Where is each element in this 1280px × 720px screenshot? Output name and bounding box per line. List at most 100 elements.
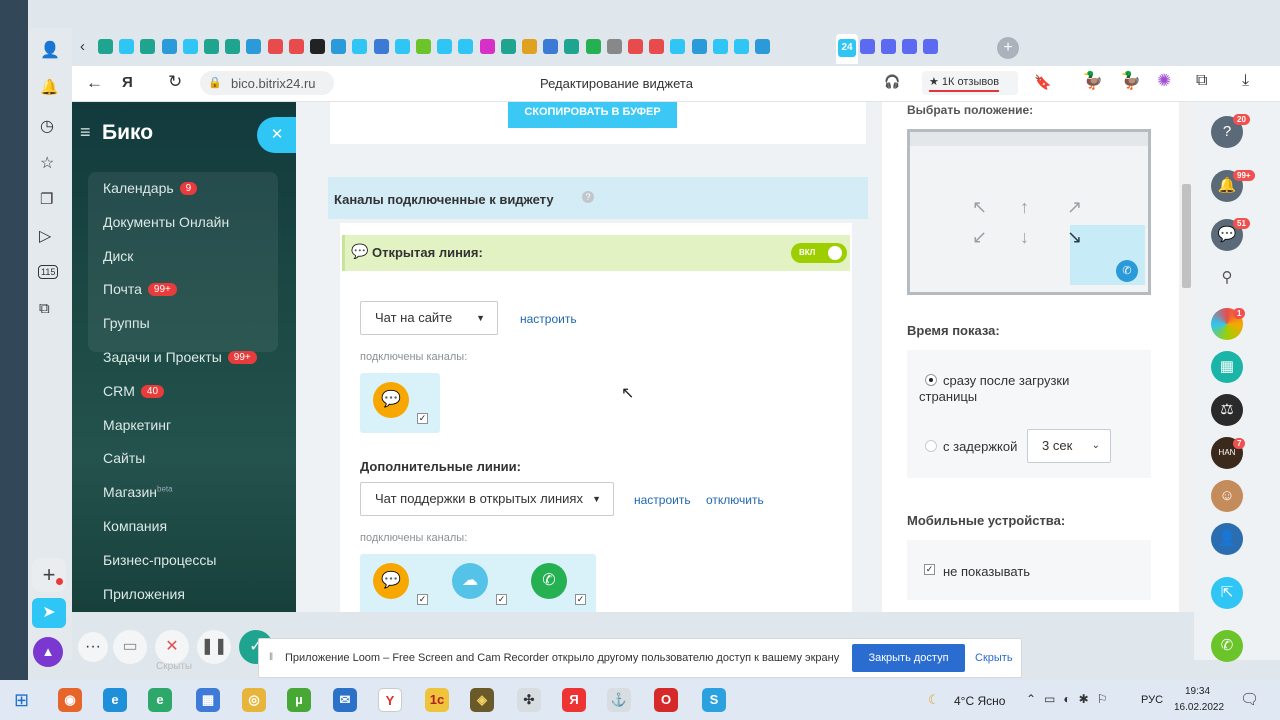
sidebar-item[interactable]: Приложения	[103, 586, 185, 602]
tab-favicon-icon[interactable]	[352, 39, 368, 54]
hamburger-icon[interactable]: ≡	[80, 122, 91, 143]
yandex-icon[interactable]: Я	[122, 74, 133, 91]
sidebar-item[interactable]: Компания	[103, 518, 167, 534]
mobile-hide-checkbox[interactable]: ✓	[924, 564, 935, 575]
position-picker[interactable]: ↖ ↑ ↗ ↙ ↓ ↘ ✆	[907, 129, 1151, 295]
tab-favicon-icon[interactable]	[712, 39, 728, 54]
new-tab-button[interactable]: +	[997, 37, 1019, 59]
network-tool-icon[interactable]: ✣	[517, 688, 541, 712]
yandex-browser-icon[interactable]: Y	[378, 688, 402, 712]
calendar-rail-button[interactable]: ▦	[1211, 351, 1243, 383]
tab-favicon-icon[interactable]	[98, 39, 113, 54]
stop-sharing-button[interactable]: Закрыть доступ	[852, 644, 965, 672]
tab-favicon-icon[interactable]	[522, 39, 537, 54]
clock-time[interactable]: 19:34	[1185, 686, 1210, 697]
tab-favicon-icon[interactable]	[394, 39, 410, 54]
sidebar-item[interactable]: Сайты	[103, 450, 145, 466]
sidebar-item[interactable]: Магазинbeta	[103, 484, 173, 500]
opera-icon[interactable]: O	[654, 688, 678, 712]
close-sidebar-button[interactable]: ✕	[257, 117, 297, 153]
active-tab[interactable]: 24	[836, 34, 858, 64]
sidebar-item[interactable]: Бизнес-процессы	[103, 552, 216, 568]
channel-checkbox[interactable]: ✓	[496, 594, 507, 605]
chrome-icon[interactable]: ◎	[242, 688, 266, 712]
tab-favicon-icon[interactable]	[755, 39, 771, 54]
reviews-button[interactable]: ★ 1К отзывов	[922, 71, 1018, 95]
bookmark-icon[interactable]: 🔖	[1034, 74, 1051, 91]
send-button[interactable]: ➤	[32, 598, 66, 628]
tab-favicon-icon[interactable]	[310, 39, 325, 54]
tray-icons[interactable]: ⌃▭◐✱⚐	[1026, 692, 1115, 706]
channel-checkbox[interactable]: ✓	[575, 594, 586, 605]
play-icon[interactable]: ▷	[39, 226, 51, 246]
channel-checkbox[interactable]: ✓	[417, 594, 428, 605]
tab-favicon-icon[interactable]	[860, 39, 875, 54]
disable-link[interactable]: отключить	[706, 493, 764, 507]
scrollbar[interactable]	[1179, 102, 1194, 612]
extension-icon-2[interactable]: 🦆	[1120, 71, 1141, 91]
tab-favicon-icon[interactable]	[691, 39, 707, 54]
search-icon[interactable]: ⚲	[1211, 262, 1243, 294]
sidebar-item[interactable]: Почта 99+	[103, 281, 177, 297]
extension-icon-1[interactable]: 🦆	[1082, 71, 1103, 91]
tab-favicon-icon[interactable]	[458, 39, 474, 54]
hide-link[interactable]: Скрыть	[975, 652, 1013, 664]
arrow-up-right-icon[interactable]: ↗	[1067, 197, 1082, 218]
extension-icon-3[interactable]: ✺	[1157, 71, 1171, 91]
extensions-icon[interactable]: ⧉	[1196, 72, 1207, 90]
store-icon[interactable]: ▦	[196, 688, 220, 712]
tab-favicon-icon[interactable]	[734, 39, 749, 54]
connected-channel-tile[interactable]: 💬 ✓	[360, 373, 440, 433]
scrollbar-thumb[interactable]	[1182, 184, 1191, 288]
windows-start-icon[interactable]: ⊞	[14, 690, 29, 711]
firefox-icon[interactable]: ◉	[58, 688, 82, 712]
tab-favicon-icon[interactable]	[902, 39, 917, 54]
tab-favicon-icon[interactable]	[331, 39, 347, 54]
open-line-toggle[interactable]: ВКЛ	[791, 243, 847, 263]
arrow-down-left-icon[interactable]: ↙	[972, 227, 987, 248]
add-button[interactable]: +	[32, 558, 66, 592]
tab-favicon-icon[interactable]	[119, 39, 135, 54]
yandex-icon[interactable]: Я	[562, 688, 586, 712]
alice-button[interactable]: ▲	[33, 637, 63, 667]
configure-link[interactable]: настроить	[520, 312, 577, 326]
tab-favicon-icon[interactable]	[649, 39, 665, 54]
anchor-icon[interactable]: ⚓	[607, 688, 631, 712]
share-rail-button[interactable]: ⇱	[1211, 577, 1243, 609]
tab-favicon-icon[interactable]	[288, 39, 304, 54]
pause-icon[interactable]: ❚❚	[197, 630, 231, 664]
arrow-down-right-icon[interactable]: ↘	[1067, 227, 1082, 248]
tab-favicon-icon[interactable]	[225, 39, 241, 54]
counter-badge[interactable]: 115	[38, 265, 59, 279]
tab-favicon-icon[interactable]	[437, 39, 453, 54]
tab-favicon-icon[interactable]	[479, 39, 495, 54]
cancel-recording-icon[interactable]: ✕	[155, 630, 189, 664]
app-icon[interactable]: ◈	[470, 688, 494, 712]
tab-favicon-icon[interactable]	[923, 39, 938, 54]
tab-favicon-icon[interactable]	[182, 39, 198, 54]
download-icon[interactable]: ⤓	[1242, 72, 1249, 90]
notification-center-icon[interactable]: 🗨	[1240, 690, 1259, 708]
camera-toggle-icon[interactable]: ▭	[113, 630, 147, 664]
mail-icon[interactable]: ✉	[333, 688, 357, 712]
support-line-select[interactable]: Чат поддержки в открытых линиях ▼	[360, 482, 614, 516]
bookmarks-star-icon[interactable]: ☆	[40, 153, 54, 173]
collections-icon[interactable]: ❐	[40, 190, 53, 208]
tab-favicon-icon[interactable]	[564, 39, 580, 54]
back-icon[interactable]: ←	[86, 73, 103, 93]
tab-favicon-icon[interactable]	[204, 39, 219, 54]
sidebar-item[interactable]: Задачи и Проекты 99+	[103, 349, 257, 365]
bell-icon[interactable]: 🔔	[40, 78, 59, 96]
tab-favicon-icon[interactable]	[881, 39, 896, 54]
radio-delay[interactable]	[925, 440, 937, 452]
utorrent-icon[interactable]: µ	[287, 688, 311, 712]
weather-text[interactable]: 4°C Ясно	[954, 694, 1005, 708]
copy-to-buffer-button[interactable]: СКОПИРОВАТЬ В БУФЕР	[508, 102, 677, 128]
more-icon[interactable]: ···	[78, 632, 108, 662]
channel-checkbox[interactable]: ✓	[417, 413, 428, 424]
contact-avatar-1[interactable]: ⚖	[1211, 394, 1243, 426]
language-indicator[interactable]: РУС	[1141, 694, 1163, 706]
screenshot-icon[interactable]: ⧉	[39, 300, 50, 317]
arrow-down-icon[interactable]: ↓	[1020, 227, 1029, 248]
tab-favicon-icon[interactable]	[585, 39, 601, 54]
